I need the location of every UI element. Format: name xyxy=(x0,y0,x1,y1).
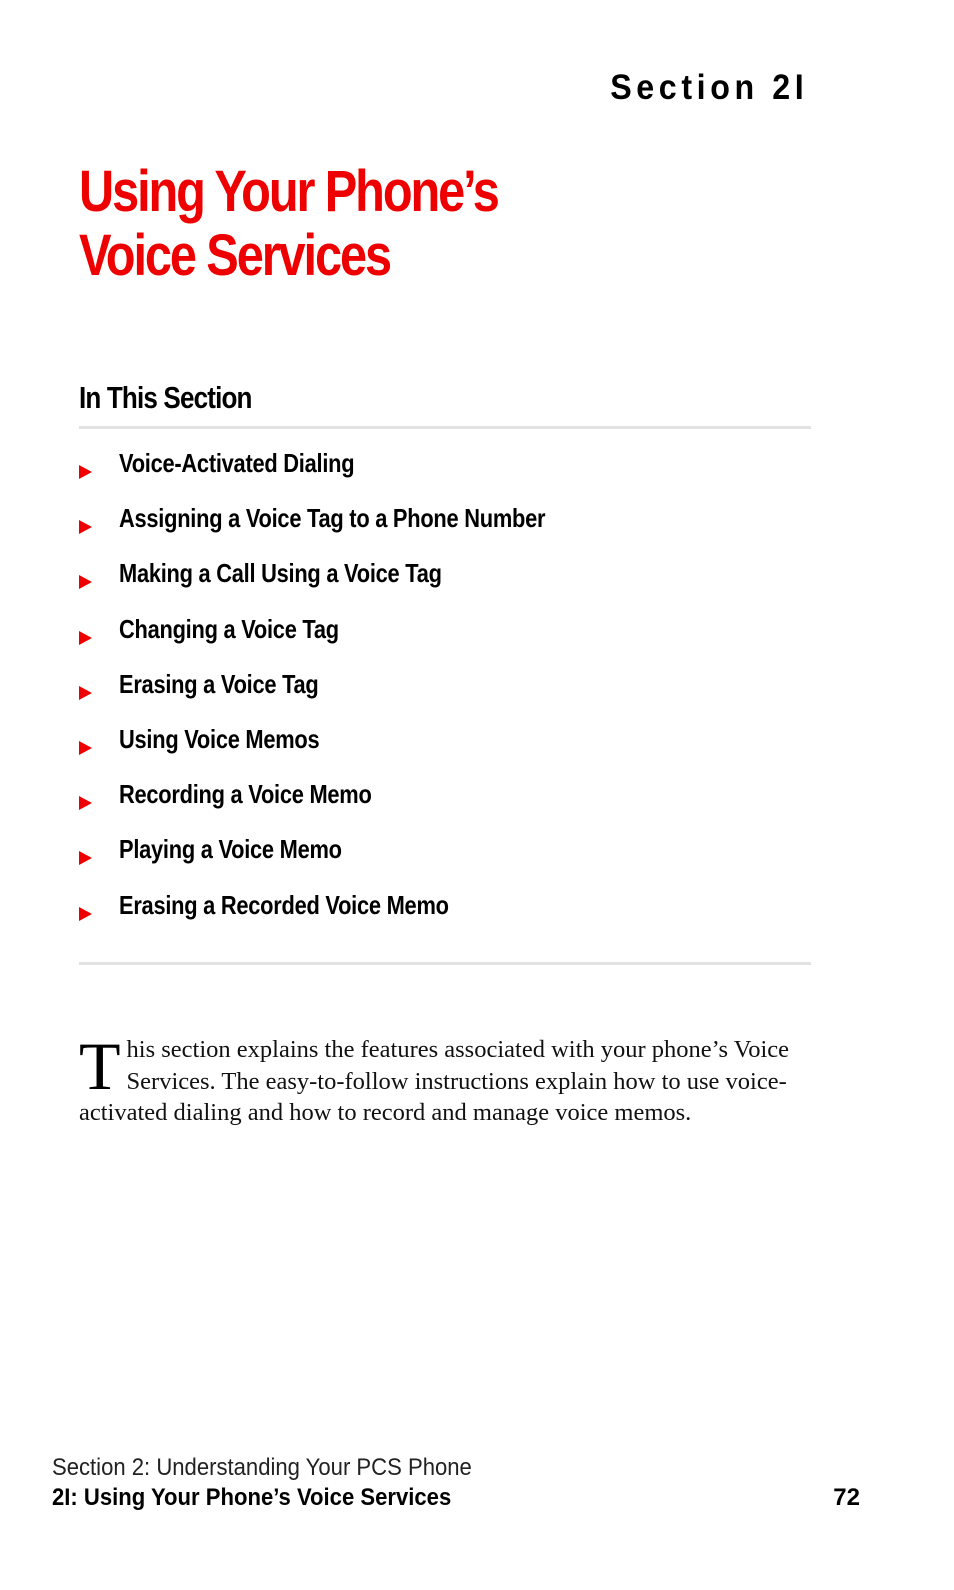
divider-top xyxy=(79,426,811,429)
section-label: Section 2I xyxy=(609,68,808,107)
triangle-arrow-icon xyxy=(79,685,92,700)
page-title-line-2: Voice Services xyxy=(79,223,392,288)
divider-bottom xyxy=(79,962,811,965)
list-item-label: Assigning a Voice Tag to a Phone Number xyxy=(119,503,546,534)
triangle-arrow-icon xyxy=(79,465,92,479)
in-this-section-heading: In This Section xyxy=(79,380,252,415)
page-title-line-1: Using Your Phone’s xyxy=(79,159,500,224)
list-item-label: Recording a Voice Memo xyxy=(119,779,372,810)
list-item-label: Changing a Voice Tag xyxy=(119,613,339,644)
drop-cap: T xyxy=(79,1028,121,1104)
page-number: 72 xyxy=(833,1484,860,1511)
triangle-arrow-icon xyxy=(79,575,92,590)
list-item-label: Erasing a Recorded Voice Memo xyxy=(119,889,449,920)
page-title: Using Your Phone’s Voice Services xyxy=(79,159,500,288)
footer-section: 2I: Using Your Phone’s Voice Services xyxy=(52,1484,452,1511)
triangle-arrow-icon xyxy=(79,796,92,811)
list-item-label: Erasing a Voice Tag xyxy=(119,668,319,699)
list-item-label: Making a Call Using a Voice Tag xyxy=(119,558,442,589)
intro-text: his section explains the features associ… xyxy=(79,1036,790,1126)
list-item-label: Using Voice Memos xyxy=(119,723,320,754)
triangle-arrow-icon xyxy=(79,630,92,645)
list-item-label: Voice-Activated Dialing xyxy=(119,448,355,478)
intro-paragraph: This section explains the features assoc… xyxy=(79,1028,811,1129)
triangle-arrow-icon xyxy=(79,520,92,535)
footer-chapter: Section 2: Understanding Your PCS Phone xyxy=(52,1454,472,1481)
triangle-arrow-icon xyxy=(79,740,92,755)
list-item-label: Playing a Voice Memo xyxy=(119,834,342,865)
triangle-arrow-icon xyxy=(79,851,92,866)
triangle-arrow-icon xyxy=(79,906,92,921)
